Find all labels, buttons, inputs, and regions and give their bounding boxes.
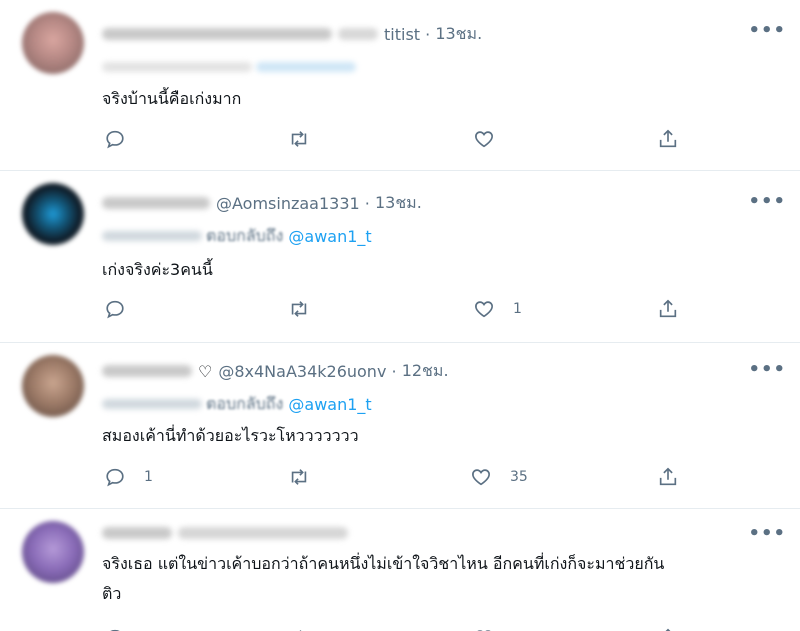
reply-count: 1 (144, 469, 153, 485)
reply-to-line: ตอบกลับถึง @awan1_t (102, 225, 372, 247)
reply-button[interactable]: 1 (104, 462, 153, 492)
heart-icon (475, 301, 493, 318)
more-options-button[interactable]: ••• (748, 20, 786, 41)
tweet-text-line-2: ติว (102, 584, 122, 603)
avatar[interactable] (22, 521, 84, 583)
retweet-button[interactable] (288, 124, 328, 154)
like-count: 35 (510, 469, 528, 485)
reply-button[interactable] (104, 623, 126, 631)
retweet-icon (291, 301, 307, 317)
like-button[interactable] (473, 623, 495, 631)
share-icon (659, 129, 677, 148)
tweet-header: @Aomsinzaa1331 · 13ชม. (102, 191, 422, 215)
blurred-display-name (102, 527, 172, 539)
avatar[interactable] (22, 12, 84, 74)
blurred-reply-prefix (102, 399, 202, 409)
name-suffix: ♡ (198, 361, 213, 381)
reply-to-line (102, 56, 360, 78)
reply-icon (106, 300, 124, 319)
user-handle[interactable]: @8x4NaA34k26uonv (218, 362, 386, 381)
tweet-header (102, 521, 354, 545)
tweet-actions: 1 35 (0, 462, 800, 492)
retweet-icon (291, 469, 307, 485)
blurred-reply-to (102, 62, 252, 72)
like-button[interactable]: 35 (470, 462, 528, 492)
tweet-1[interactable]: titist · 13ชม. ••• จริงบ้านนี้คือเก่งมาก (0, 0, 800, 170)
reply-to-mention[interactable]: @awan1_t (288, 395, 371, 414)
share-icon (659, 299, 677, 318)
like-count: 1 (513, 301, 522, 317)
retweet-button[interactable] (288, 294, 328, 324)
like-button[interactable] (473, 124, 513, 154)
tweet-text-line-1: จริงเธอ แต่ในข่าวเค้าบอกว่าถ้าคนหนึ่งไม่… (102, 554, 665, 573)
avatar[interactable] (22, 355, 84, 417)
retweet-button[interactable] (288, 462, 328, 492)
blurred-handle (178, 527, 348, 539)
tweet-4[interactable]: ••• จริงเธอ แต่ในข่าวเค้าบอกว่าถ้าคนหนึ่… (0, 509, 800, 631)
heart-icon (477, 630, 491, 631)
tweet-time[interactable]: 13ชม. (435, 22, 482, 47)
tweet-2[interactable]: @Aomsinzaa1331 · 13ชม. ตอบกลับถึง @awan1… (0, 171, 800, 341)
reply-icon (110, 629, 120, 631)
tweet-text: เก่งจริงค่ะ3คนนี้ (102, 260, 213, 279)
blurred-handle-prefix (338, 28, 378, 40)
blurred-reply-prefix (102, 231, 202, 241)
tweet-text: จริงบ้านนี้คือเก่งมาก (102, 89, 242, 108)
share-icon (659, 467, 677, 486)
avatar[interactable] (22, 183, 84, 245)
share-button[interactable] (657, 623, 679, 631)
more-options-button[interactable]: ••• (748, 359, 786, 380)
blurred-display-name (102, 365, 192, 377)
reply-button[interactable] (104, 124, 144, 154)
tweet-header: ♡ @8x4NaA34k26uonv · 12ชม. (102, 359, 449, 383)
more-options-button[interactable]: ••• (748, 191, 786, 212)
share-button[interactable] (657, 462, 679, 492)
time-separator: · (386, 361, 402, 381)
retweet-icon (291, 131, 307, 147)
retweet-button[interactable] (288, 623, 310, 631)
reply-to-prefix: ตอบกลับถึง (206, 393, 284, 413)
time-separator: · (359, 193, 375, 213)
heart-icon (475, 131, 493, 148)
reply-to-prefix: ตอบกลับถึง (206, 225, 284, 245)
reply-icon (106, 130, 124, 149)
tweet-text: จริงเธอ แต่ในข่าวเค้าบอกว่าถ้าคนหนึ่งไม่… (102, 549, 770, 609)
retweet-icon (299, 630, 302, 631)
user-handle[interactable]: @Aomsinzaa1331 (216, 194, 360, 213)
heart-icon (472, 469, 490, 486)
tweet-3[interactable]: ♡ @8x4NaA34k26uonv · 12ชม. ตอบกลับถึง @a… (0, 343, 800, 508)
reply-to-line: ตอบกลับถึง @awan1_t (102, 393, 372, 415)
tweet-header: titist · 13ชม. (102, 22, 482, 46)
tweet-time[interactable]: 12ชม. (402, 359, 449, 384)
share-icon (665, 628, 671, 631)
reply-to-mention[interactable]: @awan1_t (288, 227, 371, 246)
tweet-time[interactable]: 13ชม. (375, 191, 422, 216)
time-separator: · (420, 24, 436, 44)
tweet-actions (0, 124, 800, 154)
user-handle[interactable]: titist (384, 25, 420, 44)
share-button[interactable] (657, 294, 679, 324)
tweet-actions (0, 623, 800, 631)
blurred-mention (256, 62, 356, 72)
reply-icon (106, 468, 124, 487)
blurred-display-name (102, 28, 332, 40)
tweet-text: สมองเค้านี่ทำด้วยอะไรวะโหววววววว (102, 426, 359, 445)
reply-button[interactable] (104, 294, 144, 324)
blurred-display-name (102, 197, 210, 209)
share-button[interactable] (657, 124, 679, 154)
more-options-button[interactable]: ••• (748, 523, 786, 544)
like-button[interactable]: 1 (473, 294, 522, 324)
tweet-actions: 1 (0, 294, 800, 324)
